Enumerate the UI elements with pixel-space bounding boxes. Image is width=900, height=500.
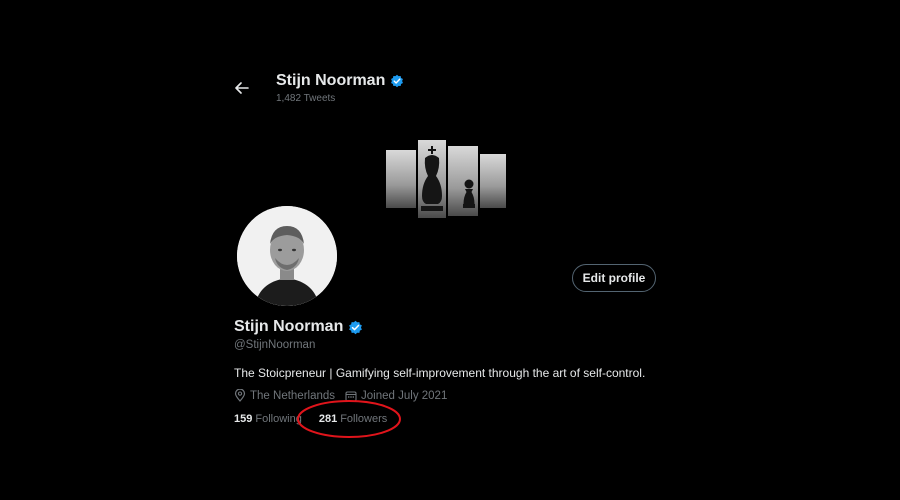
avatar-photo [237, 206, 337, 306]
header-name-text: Stijn Noorman [276, 72, 386, 89]
tweet-count: 1,482 Tweets [276, 93, 336, 104]
edit-profile-button[interactable]: Edit profile [572, 264, 656, 292]
verified-badge-icon [349, 320, 363, 334]
following-count: 159 [234, 413, 253, 425]
profile-name-text: Stijn Noorman [234, 318, 344, 335]
profile-bio: The Stoicpreneur | Gamifying self-improv… [234, 366, 646, 380]
following-label: Following [255, 413, 302, 425]
profile-handle: @StijnNoorman [234, 339, 316, 351]
banner-chess-image [386, 140, 506, 218]
back-button[interactable] [228, 74, 256, 102]
location-pin-icon [234, 389, 246, 402]
back-arrow-icon [235, 82, 249, 94]
verified-badge-icon [391, 74, 404, 88]
profile-banner[interactable] [386, 138, 508, 220]
header-title: Stijn Noorman [276, 72, 404, 90]
following-link[interactable]: 159 Following [234, 413, 302, 425]
profile-avatar[interactable] [237, 206, 337, 306]
annotation-ellipse [297, 400, 401, 438]
profile-name: Stijn Noorman [234, 318, 363, 336]
